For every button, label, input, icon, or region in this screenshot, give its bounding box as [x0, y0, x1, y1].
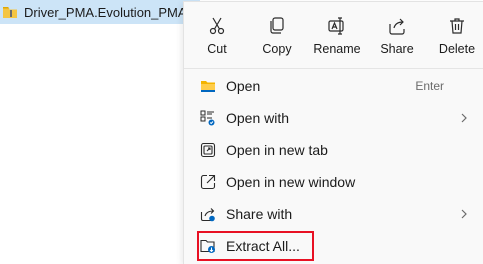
extract-all-label: Extract All...	[226, 238, 300, 254]
zip-folder-icon	[3, 7, 17, 18]
delete-label: Delete	[438, 42, 476, 56]
copy-label: Copy	[262, 42, 292, 56]
extract-icon	[200, 239, 215, 253]
copy-button[interactable]: Copy	[247, 8, 307, 60]
trash-icon	[450, 18, 464, 34]
menu-item-open-with[interactable]: Open with	[192, 103, 480, 133]
share-with-label: Share with	[226, 206, 293, 222]
new-window-icon	[200, 174, 216, 190]
open-with-label: Open with	[226, 110, 290, 126]
action-bar: Cut Copy Rename Share Delete	[184, 2, 483, 62]
open-with-icon	[200, 110, 215, 126]
file-name: Driver_PMA.Evolution_PMA.HD	[24, 4, 200, 20]
menu-item-extract-all[interactable]: Extract All...	[192, 231, 480, 261]
open-shortcut: Enter	[415, 79, 444, 93]
cut-button[interactable]: Cut	[187, 8, 247, 60]
context-menu: Cut Copy Rename Share Delete Open Enter …	[183, 1, 483, 264]
chevron-right-icon	[461, 113, 467, 123]
open-new-window-label: Open in new window	[226, 174, 356, 190]
cut-label: Cut	[207, 42, 227, 56]
open-new-tab-label: Open in new tab	[226, 142, 328, 158]
chevron-right-icon	[461, 209, 467, 219]
menu-item-open[interactable]: Open Enter	[192, 71, 480, 101]
share-icon	[389, 18, 405, 35]
menu-item-open-new-window[interactable]: Open in new window	[192, 167, 480, 197]
scissors-icon	[209, 17, 225, 35]
menu-item-share-with[interactable]: Share with	[192, 199, 480, 229]
new-tab-icon	[200, 142, 216, 158]
delete-button[interactable]: Delete	[427, 8, 483, 60]
selected-file[interactable]: Driver_PMA.Evolution_PMA.HD	[0, 0, 200, 24]
menu-divider	[184, 68, 483, 69]
folder-icon	[201, 81, 215, 92]
share-label: Share	[380, 42, 414, 56]
rename-label: Rename	[313, 42, 361, 56]
rename-button[interactable]: Rename	[307, 8, 367, 60]
share-with-icon	[200, 208, 215, 222]
share-button[interactable]: Share	[367, 8, 427, 60]
rename-icon	[328, 17, 344, 35]
open-label: Open	[226, 78, 261, 94]
copy-icon	[270, 17, 284, 34]
menu-item-open-new-tab[interactable]: Open in new tab	[192, 135, 480, 165]
